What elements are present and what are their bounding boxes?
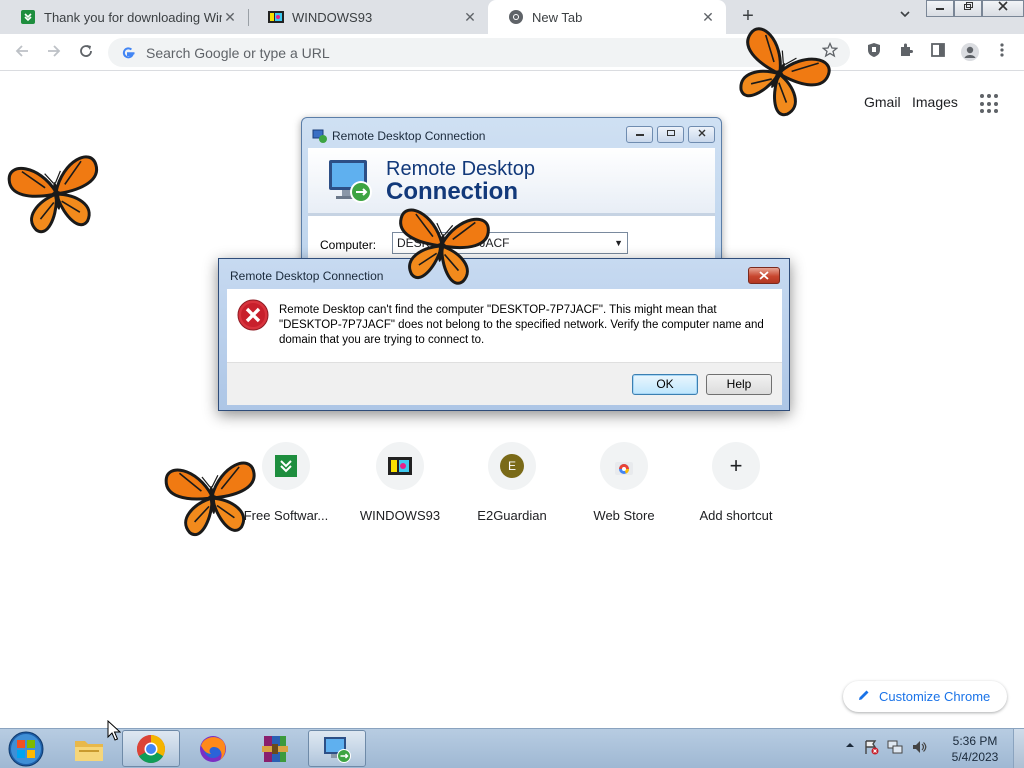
shortcut-windows93[interactable]: WINDOWS93	[344, 440, 456, 530]
tile-icon-circle	[600, 442, 648, 490]
system-tray	[845, 739, 927, 758]
rdc-banner: Remote Desktop Connection	[308, 148, 715, 216]
chrome-icon	[508, 9, 524, 25]
chevron-down-icon[interactable]: ▼	[614, 233, 623, 253]
window-controls	[926, 0, 1024, 18]
folder-icon	[75, 740, 103, 761]
rdc-window-title: Remote Desktop Connection	[332, 129, 486, 143]
customize-label: Customize Chrome	[879, 689, 991, 704]
error-close-button[interactable]	[748, 267, 780, 284]
shield-extension-icon[interactable]	[863, 42, 885, 64]
remote-desktop-icon	[324, 736, 351, 763]
profile-avatar-icon[interactable]	[959, 42, 981, 64]
side-panel-icon[interactable]	[927, 42, 949, 64]
help-button[interactable]: Help	[706, 374, 772, 395]
show-desktop-button[interactable]	[1013, 729, 1024, 768]
tab-search-icon[interactable]	[895, 8, 915, 26]
minimize-button[interactable]	[926, 0, 954, 17]
customize-chrome-button[interactable]: Customize Chrome	[843, 681, 1007, 712]
tile-label: Web Store	[593, 508, 655, 523]
tab-title: New Tab	[532, 9, 583, 25]
taskbar-clock[interactable]: 5:36 PM 5/4/2023	[940, 733, 1010, 765]
network-icon[interactable]	[887, 739, 903, 758]
butterfly-decoration	[163, 460, 262, 539]
rdc-minimize-button[interactable]	[626, 126, 653, 143]
browser-toolbar: Search Google or type a URL	[0, 34, 1024, 71]
start-orb-button[interactable]	[6, 730, 46, 768]
volume-icon[interactable]	[911, 739, 927, 758]
green-download-icon	[20, 9, 36, 25]
error-dialog-body: Remote Desktop can't find the computer "…	[227, 289, 782, 362]
windows93-icon	[388, 457, 412, 475]
tab-title: Thank you for downloading WinR	[44, 9, 222, 25]
taskbar: 5:36 PM 5/4/2023	[0, 728, 1024, 768]
rdc-title-icon	[312, 128, 328, 144]
close-icon[interactable]: ✕	[462, 9, 478, 26]
close-icon[interactable]: ✕	[222, 9, 238, 26]
google-g-icon	[120, 45, 136, 61]
pencil-icon	[857, 688, 871, 705]
tab-winrar-download[interactable]: Thank you for downloading WinR ✕	[0, 0, 248, 34]
shortcut-tiles: Free Softwar... WINDOWS93 E E2Guardian W…	[230, 440, 794, 530]
address-placeholder: Search Google or type a URL	[146, 44, 330, 61]
green-download-icon	[275, 455, 297, 477]
action-center-flag-icon[interactable]	[863, 739, 879, 758]
window-close-button[interactable]	[982, 0, 1024, 17]
rdc-close-button[interactable]	[688, 126, 715, 143]
add-shortcut-button[interactable]: + Add shortcut	[680, 440, 792, 530]
extensions-puzzle-icon[interactable]	[895, 42, 917, 64]
tile-icon-circle	[376, 442, 424, 490]
tile-label: Add shortcut	[699, 508, 773, 523]
tab-title: WINDOWS93	[292, 9, 373, 25]
computer-label: Computer:	[320, 238, 377, 252]
menu-kebab-icon[interactable]	[991, 42, 1013, 64]
mouse-cursor-icon	[107, 720, 121, 741]
back-icon[interactable]	[9, 40, 35, 66]
google-apps-icon[interactable]	[980, 94, 1000, 114]
letter-e-icon: E	[500, 454, 524, 478]
tile-icon-circle	[262, 442, 310, 490]
reload-icon[interactable]	[73, 40, 99, 66]
rdc-caption-buttons	[626, 126, 715, 143]
close-icon[interactable]: ✕	[700, 9, 716, 26]
web-store-icon	[615, 462, 633, 475]
gmail-link[interactable]: Gmail	[864, 94, 901, 110]
butterfly-decoration	[391, 207, 492, 288]
error-icon	[237, 299, 269, 331]
error-dialog-footer: OK Help	[227, 362, 782, 405]
winrar-icon	[262, 735, 288, 762]
plus-icon: +	[729, 453, 743, 478]
chrome-icon	[137, 734, 165, 763]
show-hidden-icons-icon[interactable]	[845, 739, 855, 758]
restore-button[interactable]	[954, 0, 982, 17]
taskbar-chrome[interactable]	[122, 730, 180, 767]
shortcut-web-store[interactable]: Web Store	[568, 440, 680, 530]
tile-icon-circle: +	[712, 442, 760, 490]
clock-date: 5/4/2023	[951, 750, 999, 764]
ok-button[interactable]: OK	[632, 374, 698, 395]
clock-time: 5:36 PM	[952, 734, 998, 748]
firefox-icon	[200, 735, 226, 762]
tab-windows93[interactable]: WINDOWS93 ✕	[248, 0, 488, 34]
rdc-monitor-icon	[326, 156, 376, 206]
tile-label: WINDOWS93	[359, 508, 441, 523]
rdc-maximize-button[interactable]	[657, 126, 684, 143]
taskbar-remote-desktop[interactable]	[308, 730, 366, 767]
shortcut-e2guardian[interactable]: E E2Guardian	[456, 440, 568, 530]
windows93-icon	[268, 9, 284, 25]
images-link[interactable]: Images	[912, 94, 958, 110]
taskbar-winrar[interactable]	[246, 730, 304, 767]
taskbar-firefox[interactable]	[184, 730, 242, 767]
error-message: Remote Desktop can't find the computer "…	[279, 304, 764, 346]
error-dialog-title: Remote Desktop Connection	[230, 269, 384, 283]
tile-icon-circle: E	[488, 442, 536, 490]
forward-icon[interactable]	[41, 40, 67, 66]
tile-label: E2Guardian	[477, 508, 547, 523]
tab-new-tab[interactable]: New Tab ✕	[488, 0, 726, 34]
tab-strip: Thank you for downloading WinR ✕ WINDOWS…	[0, 0, 1024, 34]
error-dialog: Remote Desktop Connection Remote Desktop…	[218, 258, 790, 411]
butterfly-decoration	[5, 153, 108, 238]
screen: Thank you for downloading WinR ✕ WINDOWS…	[0, 0, 1024, 768]
